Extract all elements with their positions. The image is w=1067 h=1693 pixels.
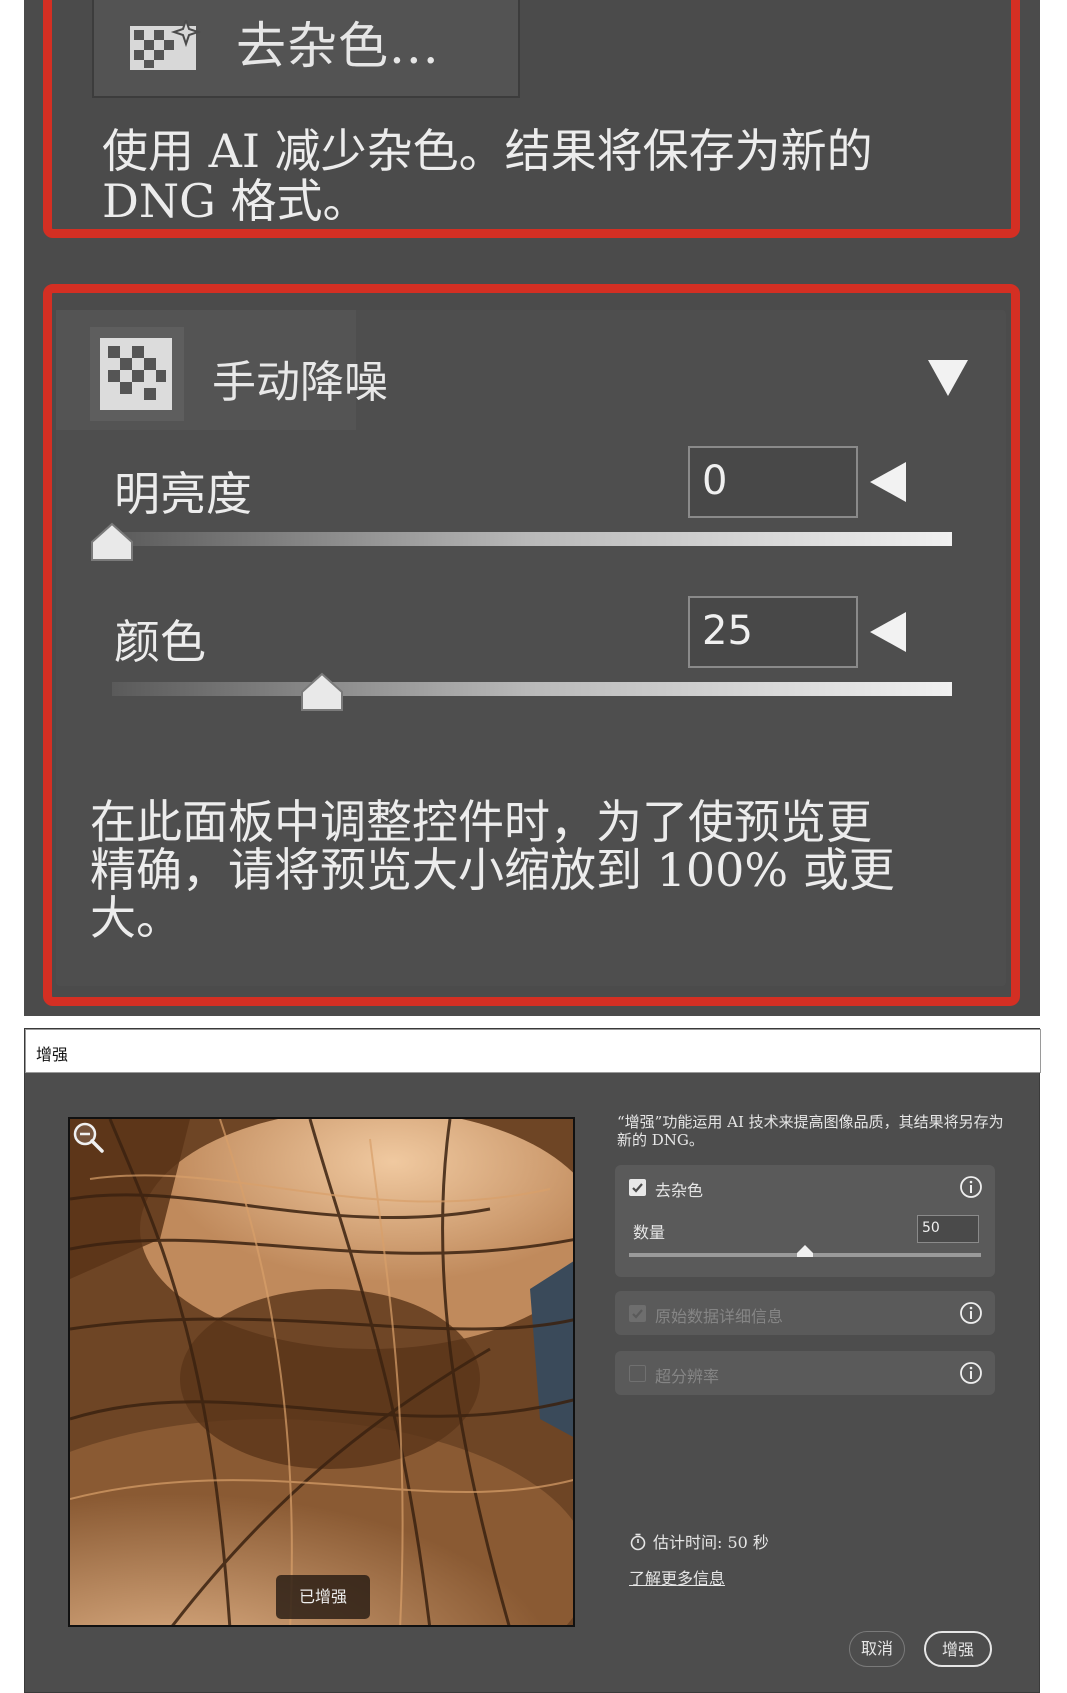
enhanced-preview-image[interactable]: 已增强	[68, 1117, 575, 1627]
checkmark-icon	[632, 1183, 643, 1193]
checkmark-icon	[632, 1309, 643, 1319]
estimated-time-row: 估计时间: 50 秒	[629, 1529, 769, 1553]
hair-skin-photo	[70, 1119, 573, 1625]
zoom-out-icon[interactable]	[70, 1119, 106, 1155]
enhance-description: “增强”功能运用 AI 技术来提高图像品质，其结果将另存为新的 DNG。	[617, 1113, 1004, 1149]
amount-value-field[interactable]: 50	[917, 1215, 979, 1243]
enhance-button[interactable]: 增强	[924, 1631, 992, 1667]
super-resolution-option-label: 超分辨率	[655, 1367, 720, 1386]
dialog-titlebar[interactable]: 增强	[25, 1029, 1041, 1073]
enhance-dialog: 增强 已增强 “增强”功能运用 AI 技术来提高图像品质，其结果将另存为新的 D…	[24, 1028, 1041, 1693]
denoise-option-card: 去杂色 数量 50	[615, 1165, 995, 1277]
raw-details-checkbox[interactable]	[629, 1305, 646, 1322]
highlight-box-manual-denoise	[43, 284, 1020, 1006]
info-icon[interactable]	[959, 1175, 983, 1199]
info-icon[interactable]	[959, 1361, 983, 1385]
estimated-time-text: 估计时间: 50 秒	[653, 1533, 769, 1552]
zoomed-denoise-panel: 去杂色... 使用 AI 减少杂色。结果将保存为新的 DNG 格式。 手动降噪 …	[24, 0, 1040, 1016]
dialog-title: 增强	[36, 1045, 69, 1064]
raw-details-option-card: 原始数据详细信息	[615, 1291, 995, 1335]
denoise-checkbox[interactable]	[629, 1179, 646, 1196]
highlight-box-ai-denoise	[43, 0, 1020, 238]
stopwatch-icon	[630, 1533, 646, 1551]
raw-details-option-label: 原始数据详细信息	[655, 1307, 784, 1326]
amount-slider-thumb[interactable]	[797, 1245, 813, 1257]
info-icon[interactable]	[959, 1301, 983, 1325]
super-resolution-checkbox[interactable]	[629, 1365, 646, 1382]
learn-more-link[interactable]: 了解更多信息	[629, 1565, 725, 1589]
denoise-option-label: 去杂色	[655, 1181, 704, 1200]
cancel-button[interactable]: 取消	[849, 1631, 905, 1667]
super-resolution-option-card: 超分辨率	[615, 1351, 995, 1395]
enhanced-badge: 已增强	[276, 1575, 370, 1619]
amount-label: 数量	[633, 1223, 666, 1242]
